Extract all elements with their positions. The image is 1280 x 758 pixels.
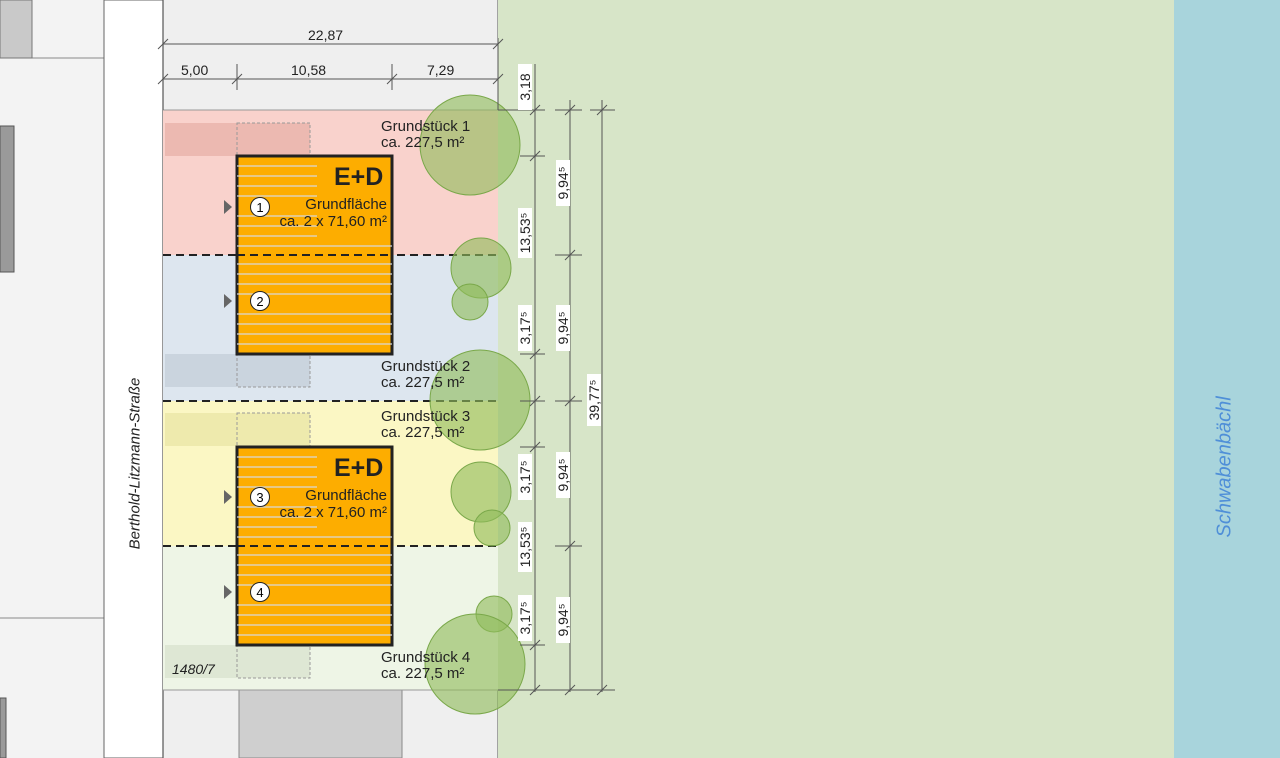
dim-v1-b: 13,53⁵: [517, 208, 533, 258]
neighbor-building: [0, 697, 7, 758]
plot-1-label: Grundstück 1 ca. 227,5 m²: [381, 119, 470, 151]
dim-total-width: 22,87: [308, 27, 344, 43]
plot-1-area: ca. 227,5 m²: [381, 134, 465, 151]
dim-v1-c: 3,17⁵: [517, 305, 533, 351]
river: [1174, 0, 1280, 758]
unit-3-number: 3: [250, 487, 270, 507]
unit-2-number: 2: [250, 291, 270, 311]
plot-3-name: Grundstück 3: [381, 408, 471, 425]
house-1-title: E+D: [334, 163, 384, 191]
dim-v1-e: 13,53⁵: [517, 522, 533, 572]
dim-v1-f: 3,17⁵: [517, 595, 533, 641]
unit-4-number: 4: [250, 582, 270, 602]
neighbor-building: [0, 0, 33, 59]
plot-4-name: Grundstück 4: [381, 649, 471, 666]
house-2-title: E+D: [334, 454, 384, 482]
house-1-area-value: ca. 2 x 71,60 m²: [279, 213, 387, 230]
site-plan: [0, 0, 1280, 758]
river-name: Schwabenbächl: [1213, 396, 1236, 538]
plot-4-label: Grundstück 4 ca. 227,5 m²: [381, 650, 470, 682]
dim-v1-a: 3,18: [517, 64, 533, 110]
house-2-area: Grundfläche ca. 2 x 71,60 m²: [262, 487, 387, 521]
plot-4-area: ca. 227,5 m²: [381, 665, 465, 682]
house-1-area-label: Grundfläche: [305, 196, 387, 213]
dim-segment-1: 5,00: [181, 62, 209, 78]
dim-segment-2: 10,58: [291, 62, 327, 78]
garage: [238, 689, 403, 758]
dim-v2-c: 9,94⁵: [555, 452, 571, 498]
plot-2-label: Grundstück 2 ca. 227,5 m²: [381, 359, 470, 391]
plot-2-name: Grundstück 2: [381, 358, 471, 375]
upper-neighbor-strip: [163, 0, 498, 110]
dim-segment-3: 7,29: [427, 62, 455, 78]
plot-1-name: Grundstück 1: [381, 118, 471, 135]
dim-v2-b: 9,94⁵: [555, 305, 571, 351]
dim-v2-a: 9,94⁵: [555, 160, 571, 206]
plot-2-area: ca. 227,5 m²: [381, 374, 465, 391]
house-1-area: Grundfläche ca. 2 x 71,60 m²: [262, 196, 387, 230]
neighbor-area: [0, 0, 104, 758]
tree-icon: [473, 509, 511, 547]
dim-v3-total: 39,77⁵: [586, 374, 602, 426]
neighbor-building: [0, 125, 15, 273]
house-2-area-label: Grundfläche: [305, 487, 387, 504]
plot-3-area: ca. 227,5 m²: [381, 424, 465, 441]
house-2-area-value: ca. 2 x 71,60 m²: [279, 504, 387, 521]
tree-icon: [451, 283, 489, 321]
dim-v1-d: 3,17⁵: [517, 454, 533, 500]
dim-v2-d: 9,94⁵: [555, 597, 571, 643]
unit-1-number: 1: [250, 197, 270, 217]
street-name: Berthold-Litzmann-Straße: [126, 377, 144, 550]
parcel-id: 1480/7: [172, 661, 215, 677]
plot-3-label: Grundstück 3 ca. 227,5 m²: [381, 409, 470, 441]
